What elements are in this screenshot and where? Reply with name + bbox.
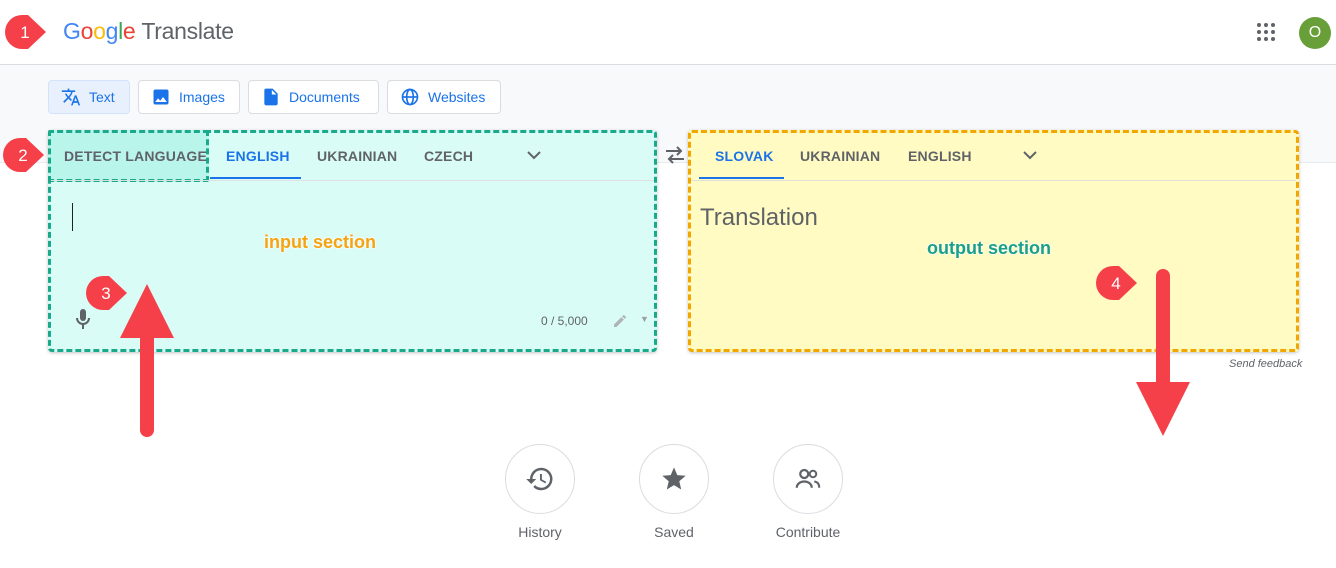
saved-label: Saved xyxy=(654,524,694,540)
send-feedback-link[interactable]: Send feedback xyxy=(1229,358,1302,370)
websites-mode-button[interactable]: Websites xyxy=(387,80,501,114)
websites-mode-label: Websites xyxy=(428,89,486,105)
avatar[interactable]: O xyxy=(1299,17,1331,49)
translate-icon xyxy=(61,88,81,106)
document-icon xyxy=(264,88,278,106)
annotation-marker-1: 1 xyxy=(5,15,46,49)
contribute-button[interactable] xyxy=(773,444,843,514)
history-button[interactable] xyxy=(505,444,575,514)
globe-icon xyxy=(401,88,419,106)
svg-text:3: 3 xyxy=(101,284,110,303)
target-more-languages-chevron-down-icon[interactable] xyxy=(1022,149,1038,161)
tab-target-ukrainian[interactable]: UKRAINIAN xyxy=(800,148,880,164)
history-icon xyxy=(526,467,553,491)
svg-text:2: 2 xyxy=(18,146,27,165)
handwriting-caret-icon[interactable]: ▼ xyxy=(640,314,649,324)
product-name: Translate xyxy=(141,18,234,44)
pencil-icon[interactable] xyxy=(612,313,628,329)
text-mode-button[interactable]: Text xyxy=(48,80,130,114)
documents-mode-label: Documents xyxy=(289,89,360,105)
annotation-arrow-up xyxy=(120,284,174,437)
history-label: History xyxy=(518,524,562,540)
tab-source-ukrainian[interactable]: UKRAINIAN xyxy=(317,148,397,164)
target-tab-divider xyxy=(691,180,1296,181)
tab-target-slovak[interactable]: SLOVAK xyxy=(715,148,774,164)
svg-text:4: 4 xyxy=(1111,274,1120,293)
people-icon xyxy=(795,468,821,488)
tab-detect-language[interactable]: DETECT LANGUAGE xyxy=(64,148,207,164)
source-tab-divider xyxy=(51,180,654,181)
output-section-label: output section xyxy=(927,238,1051,258)
annotation-marker-2: 2 xyxy=(3,138,44,172)
input-section-label: input section xyxy=(264,232,376,252)
source-selected-underline xyxy=(210,177,301,179)
star-icon xyxy=(662,467,686,490)
text-cursor[interactable] xyxy=(72,203,73,231)
tab-source-english[interactable]: ENGLISH xyxy=(226,148,290,164)
tab-target-english[interactable]: ENGLISH xyxy=(908,148,972,164)
contribute-label: Contribute xyxy=(775,524,841,540)
translation-placeholder: Translation xyxy=(700,204,818,231)
svg-text:1: 1 xyxy=(20,23,29,42)
image-icon xyxy=(153,89,169,105)
google-translate-logo[interactable]: Google Translate xyxy=(63,18,234,45)
text-mode-label: Text xyxy=(89,89,115,105)
images-mode-label: Images xyxy=(179,89,225,105)
apps-grid-icon[interactable] xyxy=(1256,22,1276,42)
documents-mode-button[interactable]: Documents xyxy=(248,80,379,114)
microphone-icon[interactable] xyxy=(74,308,92,330)
annotation-arrow-down xyxy=(1136,269,1190,436)
source-more-languages-chevron-down-icon[interactable] xyxy=(526,149,542,161)
target-selected-underline xyxy=(699,177,784,179)
saved-button[interactable] xyxy=(639,444,709,514)
swap-languages-icon[interactable] xyxy=(664,146,686,164)
images-mode-button[interactable]: Images xyxy=(138,80,240,114)
tab-source-czech[interactable]: CZECH xyxy=(424,148,473,164)
character-count: 0 / 5,000 xyxy=(541,314,588,328)
